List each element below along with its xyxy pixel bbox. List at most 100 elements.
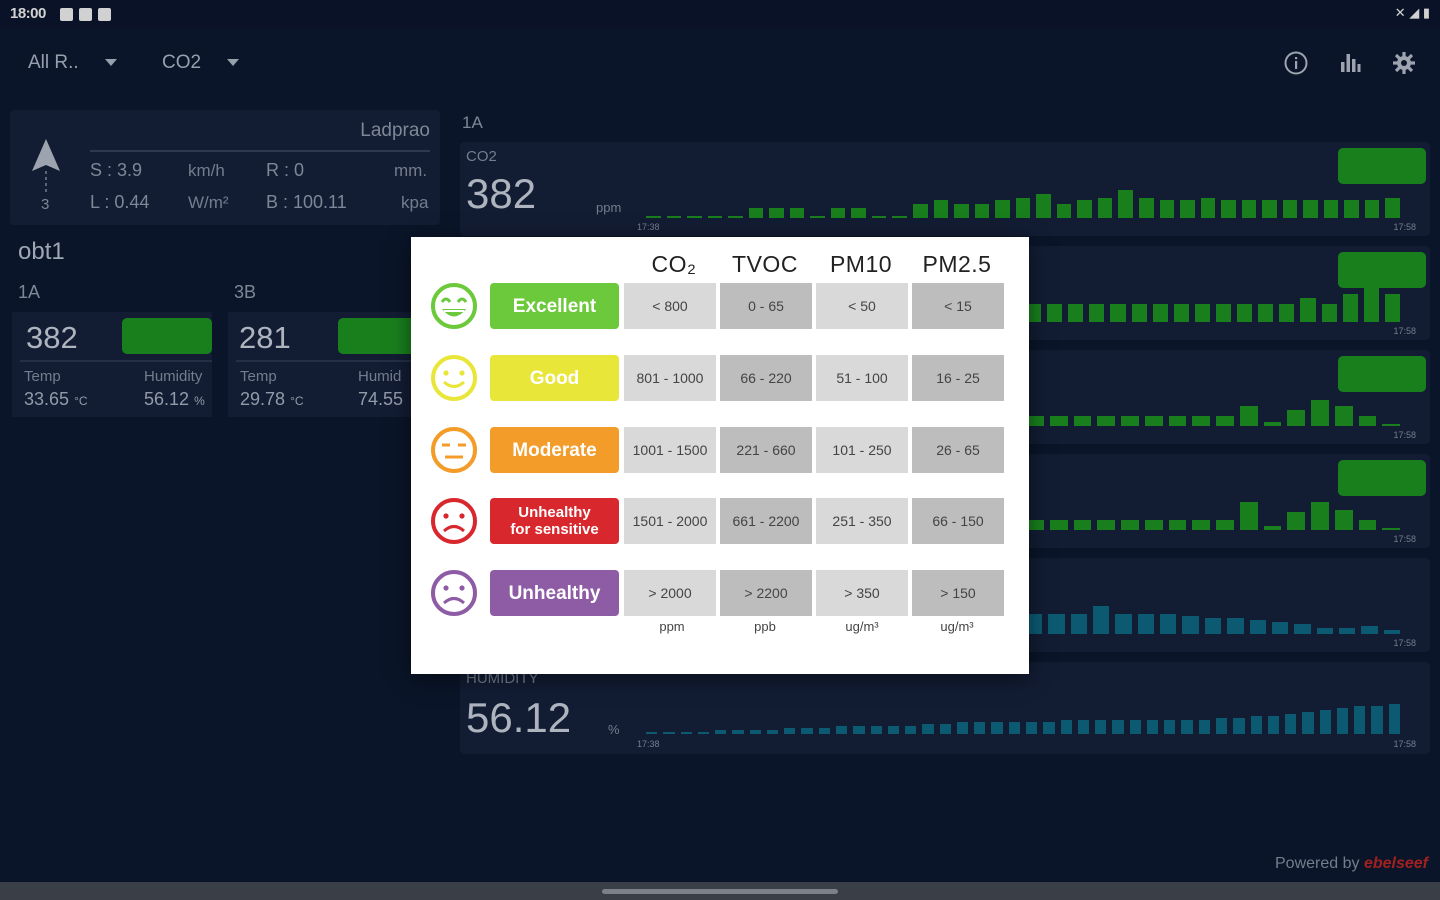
chart-bar bbox=[1363, 286, 1379, 322]
status-time: 18:00 bbox=[10, 5, 46, 22]
status-badge bbox=[1338, 460, 1426, 496]
time-start-label: 17:38 bbox=[637, 222, 660, 232]
room-dropdown[interactable]: All R.. bbox=[28, 52, 117, 74]
wind-speed: S : 3.9 bbox=[90, 160, 143, 180]
chart-bar bbox=[749, 730, 761, 734]
gear-icon[interactable] bbox=[1391, 50, 1417, 76]
chart-bar bbox=[1344, 200, 1359, 218]
room-card[interactable]: 281 Temp Humid 29.78 °C 74.55 bbox=[228, 312, 428, 417]
chart-value: 382 bbox=[466, 170, 537, 217]
threshold-cell: 251 - 350 bbox=[816, 498, 908, 544]
chart-bar bbox=[1146, 720, 1159, 734]
chart-bar bbox=[748, 208, 764, 218]
chart-bar bbox=[871, 216, 887, 218]
header-pm25: PM2.5 bbox=[922, 251, 992, 277]
chart-bar bbox=[1319, 710, 1331, 734]
chart-bar bbox=[1323, 200, 1339, 218]
location-label: Ladprao bbox=[360, 120, 430, 141]
chart-bar bbox=[1115, 614, 1132, 634]
chart-bar bbox=[1036, 194, 1051, 218]
chart-bar bbox=[1144, 520, 1163, 530]
level-label: Excellent bbox=[490, 283, 619, 329]
chart-bar bbox=[818, 728, 830, 734]
chart-bar bbox=[1112, 720, 1124, 734]
info-icon[interactable] bbox=[1283, 50, 1309, 76]
unit-pm25: ug/m³ bbox=[940, 619, 974, 634]
chart-bar bbox=[1181, 720, 1193, 734]
chart-bar bbox=[1070, 614, 1088, 634]
unit-tvoc: ppb bbox=[754, 619, 776, 634]
chart-bar bbox=[1077, 200, 1092, 218]
chart-bar bbox=[1097, 416, 1115, 426]
chart-bar bbox=[1311, 502, 1329, 530]
threshold-cell: 16 - 25 bbox=[912, 355, 1004, 401]
chart-bar bbox=[1302, 712, 1314, 734]
chart-bar bbox=[1200, 198, 1216, 218]
google-icon bbox=[98, 7, 111, 21]
chart-bar bbox=[1043, 722, 1055, 734]
chart-bar bbox=[892, 216, 908, 218]
chart-bar bbox=[1097, 520, 1115, 530]
chart-bar bbox=[1049, 520, 1068, 530]
time-end-label: 17:58 bbox=[1393, 534, 1416, 544]
chart-bar bbox=[991, 722, 1003, 734]
chart-bar bbox=[1216, 718, 1228, 734]
chart-bar bbox=[887, 726, 900, 734]
threshold-cell: > 2200 bbox=[720, 570, 812, 616]
co2-chart-panel[interactable]: CO2 382 ppm 17:38 17:58 bbox=[460, 142, 1430, 236]
room-card[interactable]: 382 Temp Humidity 33.65 °C 56.12 % bbox=[12, 312, 212, 417]
chart-bar bbox=[1316, 628, 1333, 634]
chart-bar bbox=[1384, 294, 1400, 322]
divider bbox=[20, 360, 212, 362]
chart-bar bbox=[1385, 198, 1400, 218]
app-bar: All R.. CO2 bbox=[0, 28, 1440, 100]
chart-bar bbox=[1334, 406, 1353, 426]
chart-bar bbox=[1279, 304, 1295, 322]
chart-bar bbox=[1267, 716, 1280, 734]
level-label: Good bbox=[490, 355, 619, 401]
room-title: 1A bbox=[462, 113, 483, 132]
chart-bar bbox=[1258, 304, 1274, 322]
status-bar: 18:00 ✕ ◢ ▮ bbox=[0, 0, 1440, 28]
chart-bar bbox=[1182, 616, 1199, 634]
chart-bar bbox=[1093, 606, 1110, 634]
time-end-label: 17:58 bbox=[1393, 430, 1416, 440]
chart-bar bbox=[1303, 200, 1318, 218]
chart-bar bbox=[1334, 510, 1353, 530]
humidity-chart-panel[interactable]: HUMIDITY 56.12 % 17:38 17:58 bbox=[460, 662, 1430, 754]
chart-bar bbox=[1287, 512, 1305, 530]
home-handle[interactable] bbox=[602, 889, 838, 894]
chart-bar bbox=[1271, 622, 1289, 634]
face-sad-icon bbox=[430, 569, 478, 617]
sensor-dropdown[interactable]: CO2 bbox=[162, 52, 240, 74]
threshold-cell: > 350 bbox=[816, 570, 908, 616]
status-badge bbox=[1338, 356, 1426, 392]
chart-bar bbox=[1194, 304, 1210, 322]
chart-bar bbox=[1263, 526, 1282, 530]
humidity-value: 56.12 % bbox=[144, 389, 205, 409]
time-end-label: 17:58 bbox=[1393, 326, 1416, 336]
light-value: L : 0.44 bbox=[90, 192, 150, 212]
face-neutral-icon bbox=[430, 426, 478, 474]
chart-bar bbox=[1159, 200, 1175, 218]
navigation-bar bbox=[0, 882, 1440, 900]
section-title: obt1 bbox=[18, 238, 65, 265]
chart-bar bbox=[1152, 304, 1168, 322]
chart-bar bbox=[1131, 304, 1147, 322]
chart-bar bbox=[769, 208, 784, 218]
chart-bar bbox=[1056, 204, 1072, 218]
chart-bar bbox=[870, 726, 882, 734]
bar-chart-icon[interactable] bbox=[1337, 50, 1363, 76]
chart-bar bbox=[1144, 416, 1163, 426]
humidity-label: Humid bbox=[358, 368, 402, 385]
status-right-icons: ✕ ◢ ▮ bbox=[1394, 5, 1430, 20]
level-label: Unhealthy bbox=[490, 570, 619, 616]
chart-bar bbox=[810, 216, 825, 218]
chart-bar bbox=[995, 200, 1010, 218]
co2-bars bbox=[646, 182, 1406, 218]
chart-unit: ppm bbox=[596, 200, 622, 215]
threshold-cell: 1501 - 2000 bbox=[624, 498, 716, 544]
chart-bar bbox=[1008, 722, 1020, 734]
chart-bar bbox=[830, 208, 846, 218]
chart-bar bbox=[1233, 718, 1245, 734]
